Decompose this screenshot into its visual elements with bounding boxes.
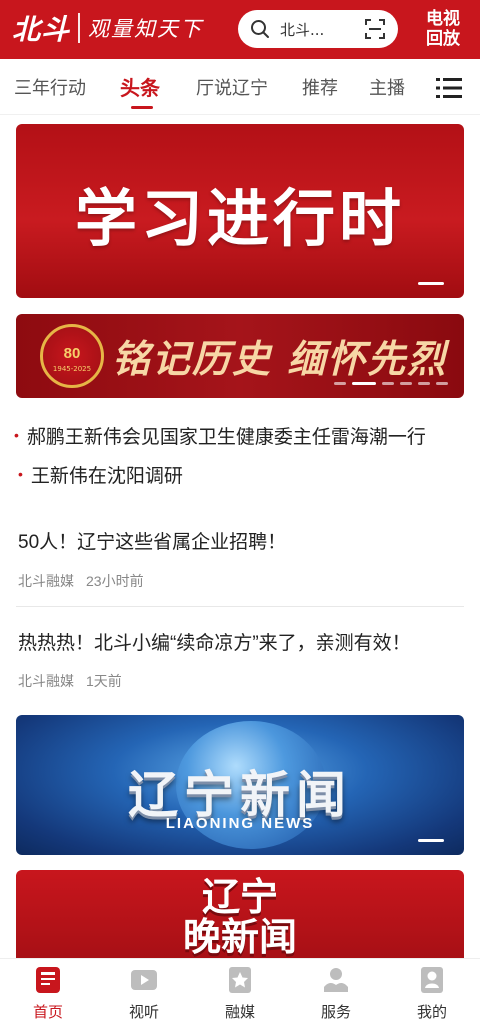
carousel-indicator — [418, 282, 444, 285]
bullet-icon: • — [14, 427, 19, 443]
tab-toutiao[interactable]: 头条 — [120, 72, 160, 101]
evening-news-banner[interactable]: 辽宁 晚新闻 — [16, 870, 464, 970]
tv-replay-line1: 电视 — [426, 9, 460, 28]
carousel-dot — [418, 382, 430, 385]
profile-icon — [421, 967, 443, 993]
logo-slogan: 观量知天下 — [88, 17, 204, 41]
logo-text: 北斗 — [12, 13, 71, 46]
remember-history-title: 铭记历史 缅怀先烈 — [112, 336, 448, 381]
evening-news-line2: 晚新闻 — [182, 917, 297, 959]
news-source: 北斗融媒 — [18, 673, 74, 689]
search-placeholder: 北斗... — [280, 20, 325, 39]
headline-item[interactable]: • 郝鹏王新伟会见国家卫生健康委主任雷海潮一行 — [14, 422, 480, 449]
nav-home[interactable]: 首页 — [13, 965, 83, 1022]
carousel-dot — [400, 382, 412, 385]
tab-sannian[interactable]: 三年行动 — [14, 74, 86, 100]
carousel-dot — [334, 382, 346, 385]
nav-profile[interactable]: 我的 — [397, 965, 467, 1022]
tv-replay-line2: 回放 — [426, 29, 460, 48]
news-time: 23小时前 — [86, 573, 144, 589]
home-icon — [36, 967, 60, 993]
nav-service[interactable]: 服务 — [301, 965, 371, 1022]
news-title[interactable]: 50人！辽宁这些省属企业招聘！ — [18, 527, 286, 554]
bullet-icon: • — [18, 466, 23, 482]
evening-news-title: 辽宁 晚新闻 — [16, 878, 464, 958]
bottom-navigation: 首页 视听 融媒 服务 我的 — [0, 958, 480, 1025]
tab-zhubo[interactable]: 主播 — [369, 74, 405, 100]
tab-tingshuo[interactable]: 厅说辽宁 — [196, 74, 268, 100]
emblem-years: 1945-2025 — [52, 365, 92, 373]
logo-separator — [78, 13, 81, 43]
nav-label: 服务 — [320, 1004, 351, 1021]
anniversary-emblem: 80 1945-2025 — [40, 324, 104, 388]
active-tab-indicator — [131, 106, 153, 109]
carousel-indicator — [418, 839, 444, 842]
news-source: 北斗融媒 — [18, 573, 74, 589]
news-time: 1天前 — [86, 673, 122, 689]
search-box[interactable]: 北斗... — [238, 10, 398, 48]
nav-video[interactable]: 视听 — [109, 965, 179, 1022]
carousel-dots — [334, 382, 448, 385]
app-header: 北斗 观量知天下 北斗... 电视 回放 — [0, 0, 480, 59]
video-icon — [131, 970, 157, 990]
carousel-dot — [436, 382, 448, 385]
search-icon — [251, 20, 269, 38]
carousel-dot-active — [352, 382, 376, 385]
divider — [16, 606, 464, 607]
nav-label: 视听 — [128, 1004, 159, 1021]
liaoning-news-subtitle: LIAONING NEWS — [165, 815, 315, 832]
headline-text: 王新伟在沈阳调研 — [30, 466, 183, 487]
news-meta: 北斗融媒 1天前 — [18, 671, 122, 691]
channel-menu-icon[interactable] — [436, 78, 462, 98]
emblem-number: 80 — [63, 345, 81, 362]
scan-icon[interactable] — [364, 18, 386, 40]
channel-tabs: 三年行动 头条 厅说辽宁 推荐 主播 — [0, 59, 480, 115]
star-icon — [229, 967, 251, 993]
nav-label: 首页 — [32, 1004, 63, 1021]
evening-news-line1: 辽宁 — [201, 877, 278, 919]
study-banner[interactable]: 学习进行时 — [16, 124, 464, 298]
app-logo: 北斗 观量知天下 — [12, 6, 203, 50]
nav-media[interactable]: 融媒 — [205, 965, 275, 1022]
nav-label: 我的 — [416, 1004, 447, 1021]
headline-item[interactable]: • 王新伟在沈阳调研 — [18, 461, 183, 488]
service-icon — [324, 968, 348, 992]
carousel-dot — [382, 382, 394, 385]
news-meta: 北斗融媒 23小时前 — [18, 571, 144, 591]
news-title[interactable]: 热热热！北斗小编“续命凉方”来了，亲测有效！ — [18, 628, 411, 655]
liaoning-news-banner[interactable]: 辽宁新闻 LIAONING NEWS — [16, 715, 464, 855]
remember-history-banner[interactable]: 80 1945-2025 铭记历史 缅怀先烈 — [16, 314, 464, 398]
nav-label: 融媒 — [224, 1004, 255, 1021]
tv-replay-button[interactable]: 电视 回放 — [420, 9, 466, 49]
tab-tuijian[interactable]: 推荐 — [302, 74, 338, 100]
headline-text: 郝鹏王新伟会见国家卫生健康委主任雷海潮一行 — [26, 427, 426, 448]
study-banner-title: 学习进行时 — [74, 185, 405, 254]
